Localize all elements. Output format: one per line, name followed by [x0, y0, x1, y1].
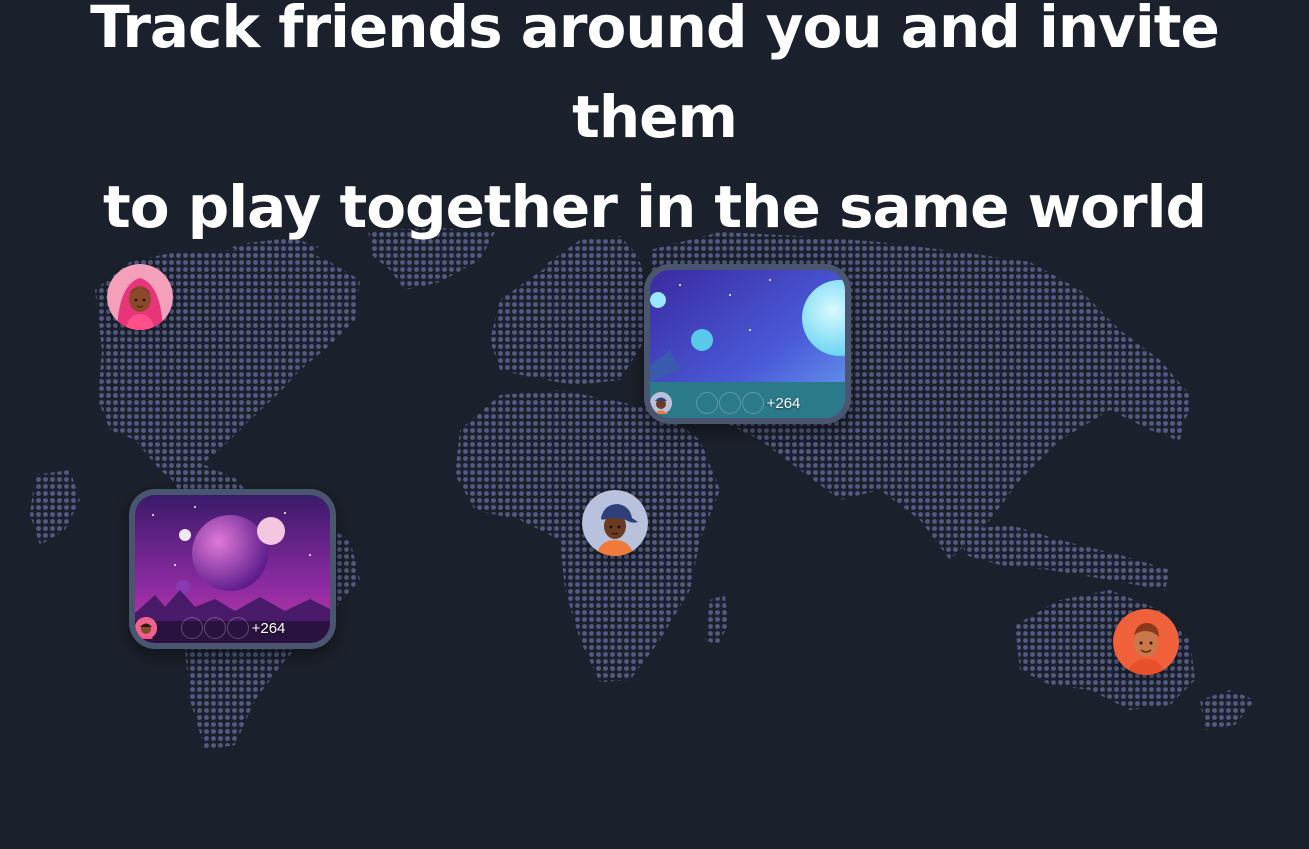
map-europe: [490, 255, 650, 385]
players-row-blue: +264: [650, 392, 845, 414]
map-indonesia: [960, 525, 1170, 590]
mini-avatar-pink-girl: [650, 392, 741, 414]
map-madagascar: [705, 595, 728, 645]
headline-line-1: Track friends around you and invite them: [90, 0, 1220, 151]
world-scene-blue: +264: [650, 270, 845, 418]
friend-avatar-orange[interactable]: [1113, 609, 1179, 675]
mini-avatar-pink-girl: [135, 617, 249, 639]
players-row-purple: +264: [135, 617, 330, 639]
map-west-islands: [30, 470, 80, 545]
mini-avatar-cap-boy: [135, 617, 203, 639]
page-title: Track friends around you and invite them…: [0, 0, 1309, 252]
friend-avatar-pink-hood[interactable]: [107, 264, 173, 330]
player-count-purple: +264: [251, 619, 286, 637]
page: Track friends around you and invite them…: [0, 0, 1309, 849]
mini-avatar-cap-boy: [650, 392, 764, 414]
headline-line-2: to play together in the same world: [102, 173, 1207, 241]
world-card-purple-planet[interactable]: +264: [129, 489, 336, 649]
friend-avatar-blue-cap[interactable]: [582, 490, 648, 556]
player-count-blue: +264: [766, 394, 801, 412]
map-new-zealand: [1200, 690, 1255, 730]
world-scene-purple: +264: [135, 495, 330, 643]
mini-avatar-orange-boy: [135, 617, 226, 639]
world-card-blue-space[interactable]: +264: [644, 264, 851, 424]
mini-avatar-orange-boy: [650, 392, 718, 414]
